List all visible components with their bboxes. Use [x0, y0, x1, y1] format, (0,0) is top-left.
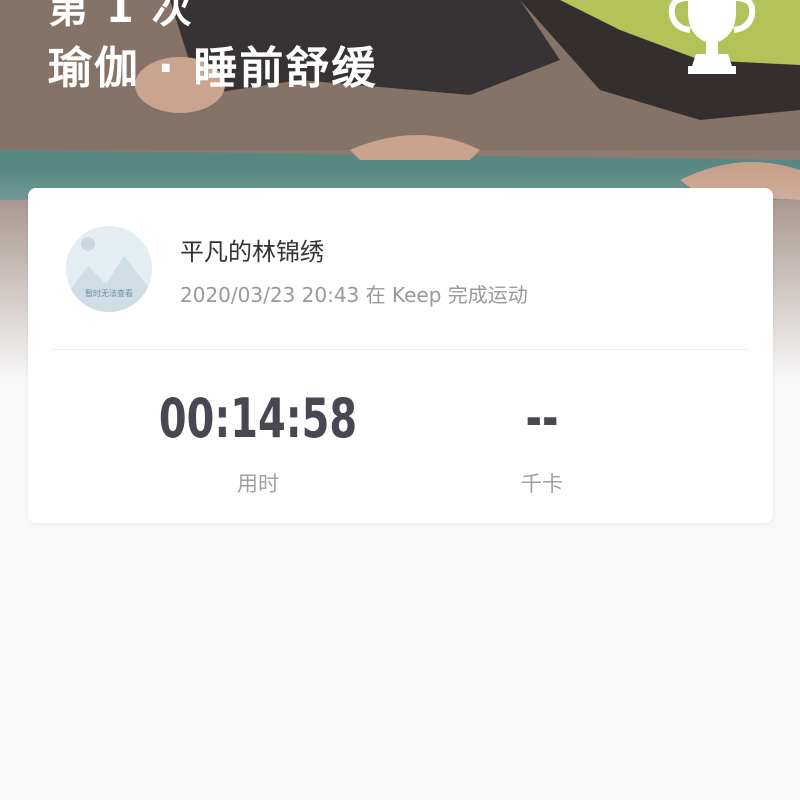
image-placeholder-icon — [66, 226, 152, 312]
duration-stat: 00:14:58 用时 — [118, 388, 398, 498]
completion-timestamp: 2020/03/23 20:43 在 Keep 完成运动 — [180, 283, 528, 307]
calories-value: -- — [525, 387, 559, 450]
session-count-label: 第 1 次 — [48, 0, 194, 32]
calories-stat: -- 千卡 — [402, 388, 682, 498]
avatar[interactable]: 暂时无法查看 — [66, 226, 152, 312]
duration-value: 00:14:58 — [158, 387, 358, 450]
divider — [50, 349, 750, 350]
trophy-icon[interactable] — [668, 0, 756, 78]
workout-title: 瑜伽 · 睡前舒缓 — [48, 43, 378, 94]
avatar-unavailable-caption: 暂时无法查看 — [85, 289, 133, 298]
duration-label: 用时 — [237, 472, 279, 496]
user-name[interactable]: 平凡的林锦绣 — [180, 232, 324, 267]
calories-label: 千卡 — [521, 472, 563, 496]
workout-record-card: 暂时无法查看 平凡的林锦绣 2020/03/23 20:43 在 Keep 完成… — [28, 188, 773, 523]
